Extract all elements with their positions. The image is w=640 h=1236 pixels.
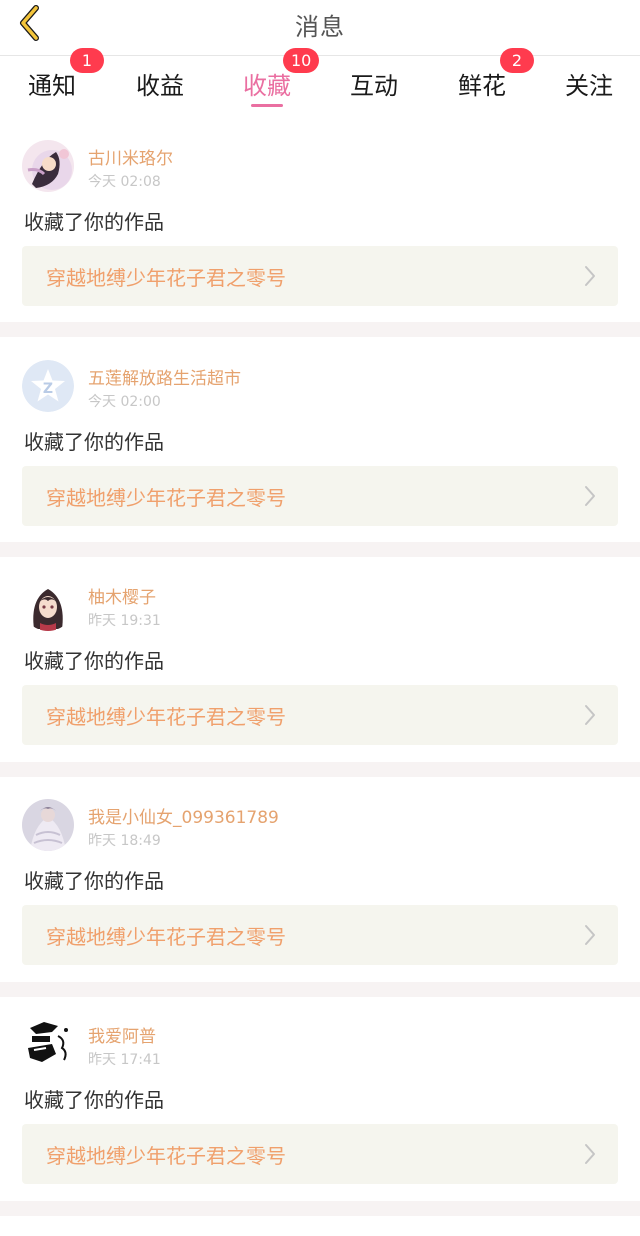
work-link[interactable]: 穿越地缚少年花子君之零号	[22, 466, 618, 526]
tab-label: 互动	[350, 72, 398, 100]
username-link[interactable]: 五莲解放路生活超市	[88, 364, 241, 389]
timestamp: 昨天 17:41	[88, 1052, 161, 1068]
work-link[interactable]: 穿越地缚少年花子君之零号	[22, 685, 618, 745]
page-title: 消息	[295, 13, 345, 41]
divider	[0, 1201, 640, 1216]
list-item: Z 五莲解放路生活超市 今天 02:00 收藏了你的作品 穿越地缚少年花子君之零…	[0, 360, 640, 548]
timestamp: 今天 02:08	[88, 174, 161, 190]
tab-label: 收益	[136, 72, 184, 100]
work-link[interactable]: 穿越地缚少年花子君之零号	[22, 1124, 618, 1184]
username-link[interactable]: 我是小仙女_099361789	[88, 803, 279, 828]
work-title: 穿越地缚少年花子君之零号	[46, 705, 286, 729]
list-item: 古川米珞尔 今天 02:08 收藏了你的作品 穿越地缚少年花子君之零号	[0, 140, 640, 328]
list-item: 我爱阿普 昨天 17:41 收藏了你的作品 穿越地缚少年花子君之零号	[0, 1018, 640, 1206]
unread-badge: 1	[70, 48, 104, 73]
avatar[interactable]: Z	[22, 360, 74, 412]
work-title: 穿越地缚少年花子君之零号	[46, 266, 286, 290]
divider	[0, 322, 640, 337]
action-text: 收藏了你的作品	[24, 869, 164, 893]
tab-interactions[interactable]: 互动	[326, 57, 422, 117]
action-text: 收藏了你的作品	[24, 210, 164, 234]
work-link[interactable]: 穿越地缚少年花子君之零号	[22, 246, 618, 306]
chevron-right-icon	[585, 1144, 595, 1164]
anime-girl-avatar-icon	[22, 799, 74, 851]
tab-notifications[interactable]: 通知 1	[4, 48, 104, 117]
avatar[interactable]	[22, 140, 74, 192]
list-item: 我是小仙女_099361789 昨天 18:49 收藏了你的作品 穿越地缚少年花…	[0, 799, 640, 987]
list-item: 柚木樱子 昨天 19:31 收藏了你的作品 穿越地缚少年花子君之零号	[0, 579, 640, 767]
chevron-right-icon	[585, 486, 595, 506]
manga-sketch-avatar-icon	[22, 1018, 74, 1070]
avatar[interactable]	[22, 579, 74, 631]
avatar[interactable]	[22, 799, 74, 851]
username-link[interactable]: 我爱阿普	[88, 1022, 156, 1047]
work-title: 穿越地缚少年花子君之零号	[46, 1144, 286, 1168]
timestamp: 昨天 18:49	[88, 833, 161, 849]
work-link[interactable]: 穿越地缚少年花子君之零号	[22, 905, 618, 965]
chevron-right-icon	[585, 925, 595, 945]
tab-following[interactable]: 关注	[541, 57, 637, 117]
timestamp: 今天 02:00	[88, 394, 161, 410]
tab-bar: 通知 1 收益 收藏 10 互动 鲜花 2 关注	[0, 48, 640, 117]
nav-bar: 消息	[0, 0, 640, 56]
chevron-right-icon	[585, 705, 595, 725]
anime-girl-avatar-icon	[22, 579, 74, 631]
username-link[interactable]: 古川米珞尔	[88, 144, 173, 169]
action-text: 收藏了你的作品	[24, 430, 164, 454]
unread-badge: 2	[500, 48, 534, 73]
divider	[0, 762, 640, 777]
divider	[0, 542, 640, 557]
work-title: 穿越地缚少年花子君之零号	[46, 925, 286, 949]
username-link[interactable]: 柚木樱子	[88, 583, 156, 608]
chevron-right-icon	[585, 266, 595, 286]
action-text: 收藏了你的作品	[24, 649, 164, 673]
anime-girl-avatar-icon	[22, 140, 74, 192]
default-avatar-icon: Z	[22, 360, 74, 412]
tab-earnings[interactable]: 收益	[112, 57, 208, 117]
tab-favorites[interactable]: 收藏 10	[219, 48, 320, 117]
unread-badge: 10	[283, 48, 320, 73]
avatar[interactable]	[22, 1018, 74, 1070]
svg-text:Z: Z	[43, 381, 53, 397]
divider	[0, 982, 640, 997]
work-title: 穿越地缚少年花子君之零号	[46, 486, 286, 510]
active-tab-indicator	[251, 104, 283, 107]
tab-label: 关注	[565, 72, 613, 100]
tab-flowers[interactable]: 鲜花 2	[434, 48, 534, 117]
timestamp: 昨天 19:31	[88, 613, 161, 629]
action-text: 收藏了你的作品	[24, 1088, 164, 1112]
